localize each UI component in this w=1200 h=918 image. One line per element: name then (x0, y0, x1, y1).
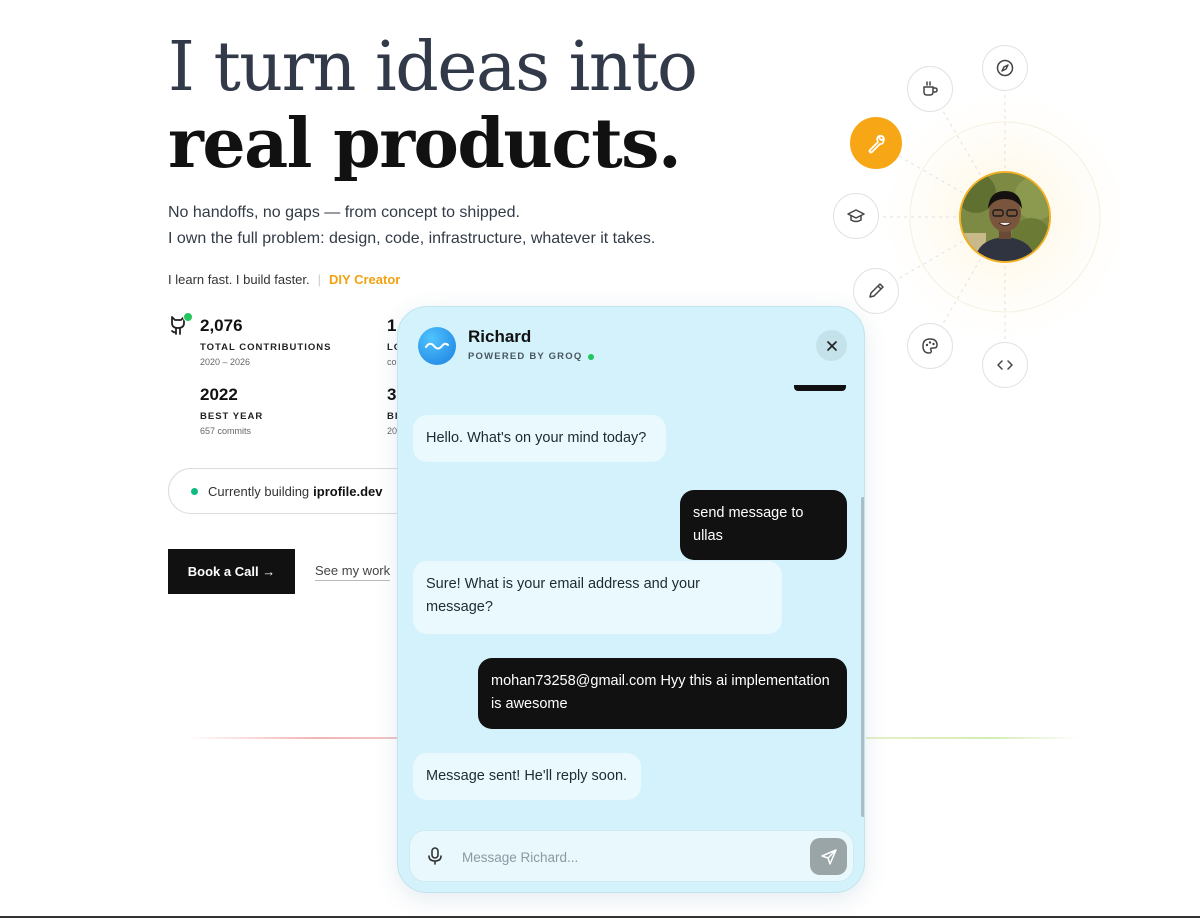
stat-number: 2,076 (200, 316, 243, 335)
stat-number: 2022 (200, 385, 238, 404)
send-button[interactable] (810, 838, 847, 875)
code-icon-button[interactable] (982, 342, 1028, 388)
stat-sub: 657 commits (200, 426, 252, 436)
palette-icon-button[interactable] (907, 323, 953, 369)
graduation-cap-icon (847, 209, 865, 223)
send-icon (820, 848, 837, 865)
stat-sub: 2020 – 2026 (200, 357, 251, 367)
currently-building-pill[interactable]: Currently building iprofile.dev (168, 468, 418, 514)
chat-header: Richard POWERED BY GROQ (398, 307, 864, 383)
skills-orbit (820, 36, 1140, 396)
close-button[interactable] (816, 330, 847, 361)
compass-icon (996, 59, 1014, 77)
see-my-work-link[interactable]: See my work (315, 563, 391, 581)
user-message: send message to ullas (680, 490, 847, 560)
divider-left (185, 737, 405, 739)
online-dot (588, 353, 595, 360)
close-icon (826, 340, 837, 351)
divider-right (866, 737, 1080, 739)
wave-icon (425, 342, 449, 350)
hero-title-line2: real products. (168, 104, 682, 184)
chat-widget: Richard POWERED BY GROQ Hello. What's on… (397, 306, 865, 893)
bot-message: Sure! What is your email address and you… (413, 561, 782, 634)
status-dot (183, 312, 193, 322)
live-dot (191, 487, 198, 495)
graduation-cap-icon-button[interactable] (833, 193, 879, 239)
powered-by-label: POWERED BY GROQ (468, 351, 583, 362)
wrench-icon (868, 134, 885, 154)
separator: | (317, 272, 322, 287)
bot-name: Richard (468, 327, 532, 346)
avatar-photo (961, 173, 1049, 261)
learn-row: I learn fast. I build faster. | DIY Crea… (168, 272, 400, 287)
hero-title: I turn ideas into real products. (168, 28, 698, 184)
bot-message: Message sent! He'll reply soon. (413, 753, 641, 800)
hero-title-line1: I turn ideas into (168, 28, 698, 107)
building-prefix: Currently building (208, 483, 310, 499)
building-project: iprofile.dev (313, 483, 383, 499)
tagline-line2: I own the full problem: design, code, in… (168, 230, 656, 247)
user-message: mohan73258@gmail.com Hyy this ai impleme… (478, 658, 847, 729)
avatar (959, 171, 1051, 263)
previous-message-tail (794, 385, 846, 391)
scrollbar[interactable] (861, 497, 864, 817)
learn-text: I learn fast. I build faster. (168, 272, 310, 287)
github-stats: 2,076 TOTAL CONTRIBUTIONS 2020 – 2026 1 … (168, 312, 408, 442)
code-icon (997, 360, 1013, 370)
tagline-line1: No handoffs, no gaps — from concept to s… (168, 204, 520, 221)
coffee-icon (923, 81, 938, 96)
pencil-icon (869, 283, 884, 298)
powered-by: POWERED BY GROQ (468, 351, 595, 362)
mic-icon[interactable] (426, 846, 444, 866)
tagline: No handoffs, no gaps — from concept to s… (168, 200, 655, 252)
coffee-icon-button[interactable] (907, 66, 953, 112)
stat-total-contributions: 2,076 TOTAL CONTRIBUTIONS 2020 – 2026 (200, 316, 331, 367)
palette-icon (922, 338, 938, 354)
stat-label: BEST YEAR (200, 411, 264, 422)
stat-label: TOTAL CONTRIBUTIONS (200, 342, 332, 353)
bot-logo (418, 327, 456, 365)
compass-icon-button[interactable] (982, 45, 1028, 91)
message-input[interactable] (460, 841, 804, 873)
diy-creator-label: DIY Creator (329, 272, 401, 287)
bot-message: Hello. What's on your mind today? (413, 415, 666, 462)
wrench-icon-button[interactable] (850, 117, 902, 169)
stat-best-year: 2022 BEST YEAR 657 commits (200, 385, 263, 436)
book-call-button[interactable]: Book a Call → (168, 549, 295, 594)
message-input-bar (409, 830, 854, 882)
